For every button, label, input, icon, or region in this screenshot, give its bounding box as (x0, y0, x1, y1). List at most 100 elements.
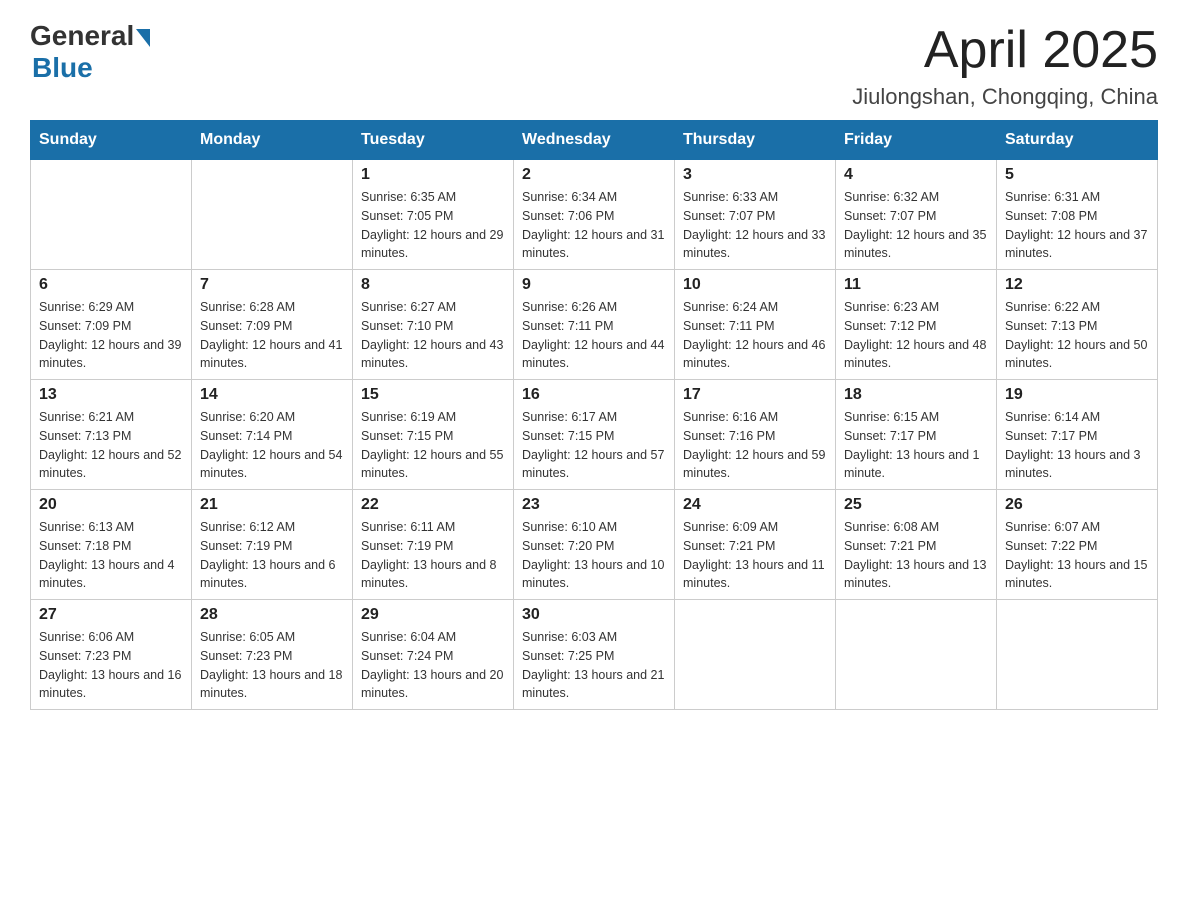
week-row-3: 13 Sunrise: 6:21 AMSunset: 7:13 PMDayligh… (31, 380, 1158, 490)
calendar-cell: 13 Sunrise: 6:21 AMSunset: 7:13 PMDayligh… (31, 380, 192, 490)
week-row-5: 27Sunrise: 6:06 AMSunset: 7:23 PMDayligh… (31, 600, 1158, 710)
calendar-cell: 10 Sunrise: 6:24 AMSunset: 7:11 PMDayligh… (675, 270, 836, 380)
day-info: Sunrise: 6:04 AMSunset: 7:24 PMDaylight:… (361, 628, 505, 703)
calendar-cell: 1 Sunrise: 6:35 AMSunset: 7:05 PMDaylight… (353, 160, 514, 270)
calendar-cell: 19 Sunrise: 6:14 AMSunset: 7:17 PMDayligh… (997, 380, 1158, 490)
day-info: Sunrise: 6:31 AMSunset: 7:08 PMDaylight:… (1005, 188, 1149, 263)
day-info: Sunrise: 6:12 AMSunset: 7:19 PMDaylight:… (200, 518, 344, 593)
day-info: Sunrise: 6:06 AMSunset: 7:23 PMDaylight:… (39, 628, 183, 703)
day-number: 12 (1005, 276, 1149, 294)
calendar-cell: 9 Sunrise: 6:26 AMSunset: 7:11 PMDaylight… (514, 270, 675, 380)
day-info: Sunrise: 6:10 AMSunset: 7:20 PMDaylight:… (522, 518, 666, 593)
calendar-cell: 23 Sunrise: 6:10 AMSunset: 7:20 PMDayligh… (514, 490, 675, 600)
calendar-cell: 2 Sunrise: 6:34 AMSunset: 7:06 PMDaylight… (514, 160, 675, 270)
location-subtitle: Jiulongshan, Chongqing, China (852, 84, 1158, 110)
week-row-1: 1 Sunrise: 6:35 AMSunset: 7:05 PMDaylight… (31, 160, 1158, 270)
day-info: Sunrise: 6:28 AMSunset: 7:09 PMDaylight:… (200, 298, 344, 373)
column-header-friday: Friday (836, 121, 997, 160)
logo: General Blue (30, 20, 150, 84)
header-row: SundayMondayTuesdayWednesdayThursdayFrid… (31, 121, 1158, 160)
calendar-header: SundayMondayTuesdayWednesdayThursdayFrid… (31, 121, 1158, 160)
day-info: Sunrise: 6:26 AMSunset: 7:11 PMDaylight:… (522, 298, 666, 373)
column-header-thursday: Thursday (675, 121, 836, 160)
calendar-cell: 30 Sunrise: 6:03 AMSunset: 7:25 PMDayligh… (514, 600, 675, 710)
day-info: Sunrise: 6:14 AMSunset: 7:17 PMDaylight:… (1005, 408, 1149, 483)
calendar-cell: 25Sunrise: 6:08 AMSunset: 7:21 PMDayligh… (836, 490, 997, 600)
day-number: 1 (361, 166, 505, 184)
day-number: 9 (522, 276, 666, 294)
day-number: 23 (522, 496, 666, 514)
calendar-cell: 3 Sunrise: 6:33 AMSunset: 7:07 PMDaylight… (675, 160, 836, 270)
day-info: Sunrise: 6:21 AMSunset: 7:13 PMDaylight:… (39, 408, 183, 483)
day-number: 4 (844, 166, 988, 184)
day-number: 18 (844, 386, 988, 404)
calendar-cell: 8Sunrise: 6:27 AMSunset: 7:10 PMDaylight… (353, 270, 514, 380)
calendar-cell: 22Sunrise: 6:11 AMSunset: 7:19 PMDayligh… (353, 490, 514, 600)
day-number: 24 (683, 496, 827, 514)
day-info: Sunrise: 6:03 AMSunset: 7:25 PMDaylight:… (522, 628, 666, 703)
day-info: Sunrise: 6:24 AMSunset: 7:11 PMDaylight:… (683, 298, 827, 373)
day-info: Sunrise: 6:32 AMSunset: 7:07 PMDaylight:… (844, 188, 988, 263)
day-info: Sunrise: 6:08 AMSunset: 7:21 PMDaylight:… (844, 518, 988, 593)
day-info: Sunrise: 6:23 AMSunset: 7:12 PMDaylight:… (844, 298, 988, 373)
calendar-cell: 18Sunrise: 6:15 AMSunset: 7:17 PMDayligh… (836, 380, 997, 490)
day-number: 5 (1005, 166, 1149, 184)
day-info: Sunrise: 6:34 AMSunset: 7:06 PMDaylight:… (522, 188, 666, 263)
main-title: April 2025 (852, 20, 1158, 80)
day-info: Sunrise: 6:20 AMSunset: 7:14 PMDaylight:… (200, 408, 344, 483)
day-number: 14 (200, 386, 344, 404)
logo-triangle-icon (136, 29, 150, 47)
day-number: 11 (844, 276, 988, 294)
day-number: 10 (683, 276, 827, 294)
calendar-cell: 14 Sunrise: 6:20 AMSunset: 7:14 PMDayligh… (192, 380, 353, 490)
calendar-cell: 16Sunrise: 6:17 AMSunset: 7:15 PMDayligh… (514, 380, 675, 490)
calendar-body: 1 Sunrise: 6:35 AMSunset: 7:05 PMDaylight… (31, 160, 1158, 710)
week-row-2: 6 Sunrise: 6:29 AMSunset: 7:09 PMDaylight… (31, 270, 1158, 380)
day-info: Sunrise: 6:09 AMSunset: 7:21 PMDaylight:… (683, 518, 827, 593)
logo-blue-text: Blue (32, 52, 93, 84)
day-number: 15 (361, 386, 505, 404)
calendar-cell: 26 Sunrise: 6:07 AMSunset: 7:22 PMDayligh… (997, 490, 1158, 600)
column-header-monday: Monday (192, 121, 353, 160)
calendar-cell: 6 Sunrise: 6:29 AMSunset: 7:09 PMDaylight… (31, 270, 192, 380)
day-number: 30 (522, 606, 666, 624)
day-info: Sunrise: 6:07 AMSunset: 7:22 PMDaylight:… (1005, 518, 1149, 593)
day-number: 13 (39, 386, 183, 404)
calendar-cell (836, 600, 997, 710)
day-number: 6 (39, 276, 183, 294)
day-info: Sunrise: 6:17 AMSunset: 7:15 PMDaylight:… (522, 408, 666, 483)
column-header-wednesday: Wednesday (514, 121, 675, 160)
calendar-cell (997, 600, 1158, 710)
calendar-cell: 17Sunrise: 6:16 AMSunset: 7:16 PMDayligh… (675, 380, 836, 490)
column-header-tuesday: Tuesday (353, 121, 514, 160)
day-number: 28 (200, 606, 344, 624)
title-section: April 2025 Jiulongshan, Chongqing, China (852, 20, 1158, 110)
calendar-cell: 28Sunrise: 6:05 AMSunset: 7:23 PMDayligh… (192, 600, 353, 710)
day-number: 17 (683, 386, 827, 404)
day-info: Sunrise: 6:22 AMSunset: 7:13 PMDaylight:… (1005, 298, 1149, 373)
week-row-4: 20Sunrise: 6:13 AMSunset: 7:18 PMDayligh… (31, 490, 1158, 600)
day-number: 7 (200, 276, 344, 294)
calendar-cell: 29 Sunrise: 6:04 AMSunset: 7:24 PMDayligh… (353, 600, 514, 710)
day-info: Sunrise: 6:29 AMSunset: 7:09 PMDaylight:… (39, 298, 183, 373)
calendar-cell: 12 Sunrise: 6:22 AMSunset: 7:13 PMDayligh… (997, 270, 1158, 380)
calendar-cell (192, 160, 353, 270)
page-header: General Blue April 2025 Jiulongshan, Cho… (30, 20, 1158, 110)
calendar-cell: 27Sunrise: 6:06 AMSunset: 7:23 PMDayligh… (31, 600, 192, 710)
calendar-cell (675, 600, 836, 710)
column-header-sunday: Sunday (31, 121, 192, 160)
day-number: 2 (522, 166, 666, 184)
calendar-cell: 24 Sunrise: 6:09 AMSunset: 7:21 PMDayligh… (675, 490, 836, 600)
calendar-cell: 20Sunrise: 6:13 AMSunset: 7:18 PMDayligh… (31, 490, 192, 600)
calendar-cell: 21 Sunrise: 6:12 AMSunset: 7:19 PMDayligh… (192, 490, 353, 600)
calendar-cell: 7 Sunrise: 6:28 AMSunset: 7:09 PMDaylight… (192, 270, 353, 380)
day-number: 19 (1005, 386, 1149, 404)
day-number: 21 (200, 496, 344, 514)
day-info: Sunrise: 6:35 AMSunset: 7:05 PMDaylight:… (361, 188, 505, 263)
day-number: 3 (683, 166, 827, 184)
day-number: 22 (361, 496, 505, 514)
calendar-cell: 5 Sunrise: 6:31 AMSunset: 7:08 PMDaylight… (997, 160, 1158, 270)
day-number: 26 (1005, 496, 1149, 514)
day-number: 29 (361, 606, 505, 624)
day-info: Sunrise: 6:33 AMSunset: 7:07 PMDaylight:… (683, 188, 827, 263)
